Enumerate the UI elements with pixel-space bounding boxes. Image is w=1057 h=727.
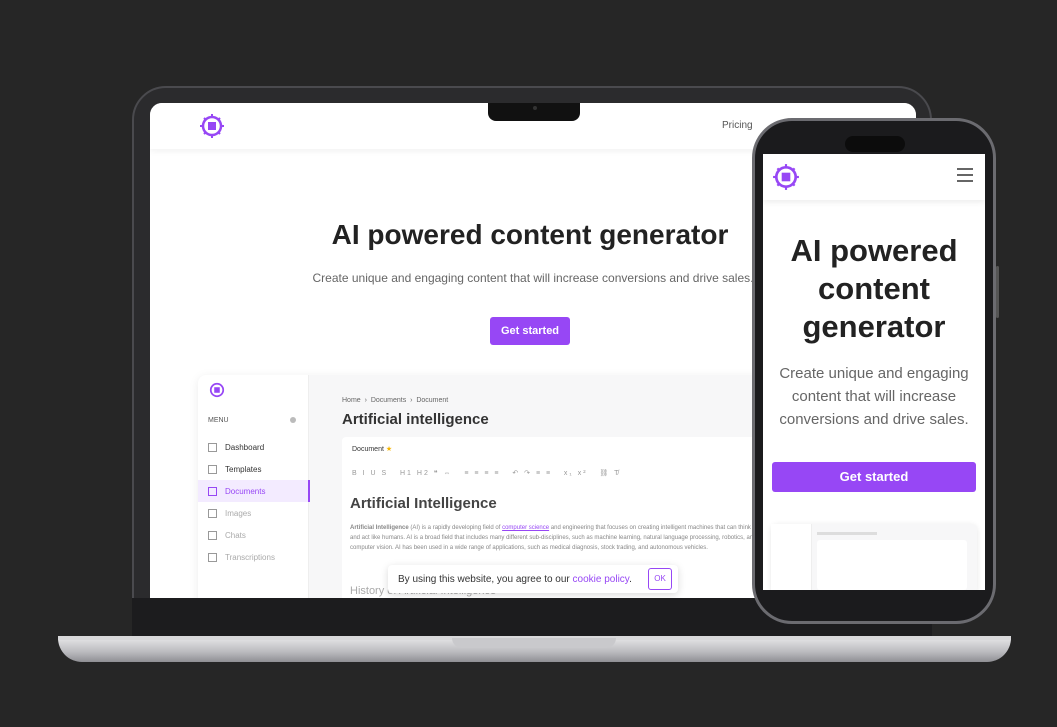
star-icon[interactable]: ★	[386, 446, 392, 453]
phone-dynamic-island	[845, 136, 905, 152]
phone-hero-subtitle: Create unique and engaging content that …	[779, 365, 969, 428]
phone-preview-sidebar	[771, 524, 812, 590]
breadcrumb-item[interactable]: Documents	[371, 397, 406, 404]
get-started-button[interactable]: Get started	[490, 317, 570, 345]
document-heading: Artificial Intelligence	[350, 495, 497, 512]
document-label: Document ★	[352, 445, 392, 453]
sidebar-item-transcriptions[interactable]: Transcriptions	[198, 546, 308, 568]
settings-icon[interactable]	[290, 417, 296, 423]
phone-preview-editor	[817, 540, 967, 590]
sidebar-item-images[interactable]: Images	[198, 502, 308, 524]
sidebar-item-chats[interactable]: Chats	[198, 524, 308, 546]
cookie-policy-link[interactable]: cookie policy	[573, 574, 630, 585]
document-paragraph: Artificial Intelligence (AI) is a rapidl…	[350, 523, 760, 553]
phone-hero-title: AI powered content generator	[790, 233, 958, 344]
paragraph-bold: Artificial Intelligence	[350, 525, 409, 531]
cookie-message: By using this website, you agree to our	[398, 574, 573, 585]
headphones-icon	[208, 552, 217, 562]
menu-label: MENU	[208, 417, 229, 424]
phone-app-preview	[771, 524, 977, 590]
breadcrumb-item[interactable]: Home	[342, 397, 361, 404]
nav-pricing-link[interactable]: Pricing	[722, 120, 753, 131]
grid-icon	[208, 442, 217, 452]
phone-preview-line	[817, 532, 877, 535]
document-label-text: Document	[352, 446, 384, 453]
cookie-period: .	[629, 574, 632, 585]
sidebar-item-templates[interactable]: Templates	[198, 458, 308, 480]
sidebar-item-label: Documents	[225, 486, 266, 496]
sidebar-item-dashboard[interactable]: Dashboard	[198, 436, 308, 458]
camera-icon	[533, 106, 537, 110]
template-icon	[208, 464, 217, 474]
chat-icon	[208, 530, 217, 540]
breadcrumb: Home › Documents › Document	[342, 397, 449, 404]
computer-science-link[interactable]: computer science	[502, 525, 549, 531]
page-title: Artificial intelligence	[342, 411, 489, 428]
phone-screen: AI powered content generator Create uniq…	[763, 154, 985, 590]
cookie-text: By using this website, you agree to our …	[398, 574, 632, 585]
sidebar-item-label: Transcriptions	[225, 552, 275, 562]
sidebar-item-label: Images	[225, 508, 252, 518]
sidebar-item-label: Dashboard	[225, 442, 265, 452]
cookie-banner: By using this website, you agree to our …	[388, 565, 678, 593]
cookie-ok-button[interactable]: OK	[648, 568, 672, 590]
app-sidebar: MENU Dashboard Templates Documents Image…	[198, 375, 310, 600]
editor-toolbar[interactable]: B I U S H1 H2 ❝ ⇔ ≡ ≡ ≡ ≡ ↶ ↷ ≡ ≡ x₁ x² …	[352, 469, 620, 477]
chip-icon[interactable]	[198, 112, 226, 140]
phone-header	[763, 154, 985, 200]
chip-icon[interactable]	[771, 162, 801, 192]
phone-get-started-button[interactable]: Get started	[772, 462, 976, 492]
sidebar-item-documents[interactable]: Documents	[198, 480, 310, 502]
document-icon	[208, 486, 217, 496]
paragraph-text: (AI) is a rapidly developing field of	[408, 525, 503, 531]
phone-side-button	[996, 266, 999, 318]
laptop-groove	[452, 638, 616, 648]
sidebar-item-label: Chats	[225, 530, 246, 540]
image-icon	[208, 508, 217, 518]
hamburger-icon[interactable]	[957, 168, 973, 182]
breadcrumb-item: Document	[416, 397, 449, 404]
chip-icon	[208, 381, 226, 399]
sidebar-item-label: Templates	[225, 464, 262, 474]
